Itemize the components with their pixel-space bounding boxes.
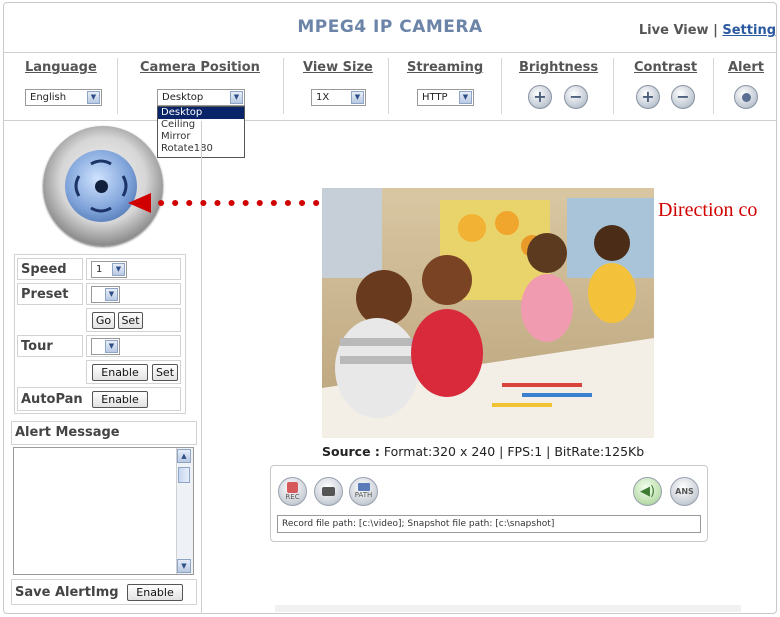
contrast-increase-button[interactable]: + xyxy=(636,85,660,109)
folder-icon xyxy=(357,483,370,491)
dropdown-option-desktop[interactable]: Desktop xyxy=(158,107,244,119)
audio-button[interactable]: ◀) xyxy=(633,477,662,506)
save-alertimg-label: Save AlertImg xyxy=(15,585,119,600)
preset-set-button[interactable]: Set xyxy=(118,312,143,329)
preset-label: Preset xyxy=(21,287,69,302)
preset-select[interactable]: ▼ xyxy=(91,286,120,303)
toolbar-divider xyxy=(388,58,389,114)
streaming-select[interactable]: HTTP ▼ xyxy=(417,89,474,106)
tour-set-button[interactable]: Set xyxy=(152,364,178,381)
record-text: REC xyxy=(285,493,300,501)
video-image xyxy=(322,188,654,438)
contrast-decrease-button[interactable]: − xyxy=(671,85,695,109)
camera-position-label: Camera Position xyxy=(140,60,260,75)
nav-setting-link[interactable]: Setting xyxy=(722,23,776,38)
camera-position-select-value: Desktop xyxy=(162,92,204,103)
camera-position-select[interactable]: Desktop ▼ xyxy=(157,89,245,106)
scrollbar-thumb[interactable] xyxy=(178,467,190,483)
minus-icon: − xyxy=(676,87,690,106)
nav-separator: | xyxy=(713,23,718,38)
annotation-label: Direction co xyxy=(658,199,758,221)
chevron-down-icon: ▼ xyxy=(459,91,472,104)
source-label: Source : xyxy=(322,444,380,459)
toolbar-divider xyxy=(283,58,284,114)
scroll-up-icon[interactable]: ▲ xyxy=(177,449,191,463)
top-nav: Live View | Setting xyxy=(639,23,776,38)
record-icon xyxy=(287,482,298,493)
alert-message-textarea[interactable] xyxy=(13,447,194,575)
scroll-down-icon[interactable]: ▼ xyxy=(177,559,191,573)
ptz-home-button[interactable] xyxy=(95,180,108,193)
chevron-down-icon: ▼ xyxy=(105,288,118,301)
alert-dot-icon xyxy=(741,93,751,102)
language-select-value: English xyxy=(30,92,67,103)
speed-select[interactable]: 1 ▼ xyxy=(91,261,127,278)
preset-go-button[interactable]: Go xyxy=(92,312,115,329)
live-video-frame xyxy=(322,188,654,438)
toolbar-divider xyxy=(117,58,118,114)
streaming-select-value: HTTP xyxy=(422,92,448,103)
chevron-down-icon: ▼ xyxy=(351,91,364,104)
view-size-select-value: 1X xyxy=(316,92,330,103)
brightness-increase-button[interactable]: + xyxy=(528,85,552,109)
tour-enable-button[interactable]: Enable xyxy=(92,364,148,381)
minus-icon: − xyxy=(569,87,583,106)
alert-label: Alert xyxy=(728,60,764,75)
ans-button[interactable]: ANS xyxy=(670,477,699,506)
toolbar-divider xyxy=(613,58,614,114)
language-select[interactable]: English ▼ xyxy=(25,89,102,106)
video-source-info: Source : Format:320 x 240 | FPS:1 | BitR… xyxy=(322,444,644,459)
save-alertimg-enable-button[interactable]: Enable xyxy=(127,584,183,601)
view-size-label: View Size xyxy=(303,60,373,75)
alert-button[interactable] xyxy=(734,85,758,109)
source-details: Format:320 x 240 | FPS:1 | BitRate:125Kb xyxy=(383,444,645,459)
bottom-scroll-area xyxy=(275,605,741,612)
file-path-field: Record file path: [c:\video]; Snapshot f… xyxy=(277,515,701,533)
nav-live-view[interactable]: Live View xyxy=(639,23,709,38)
snapshot-button[interactable] xyxy=(314,477,343,506)
brightness-decrease-button[interactable]: − xyxy=(564,85,588,109)
language-label: Language xyxy=(25,60,97,75)
path-button[interactable]: PATH xyxy=(349,477,378,506)
ans-text: ANS xyxy=(675,487,694,496)
contrast-label: Contrast xyxy=(634,60,698,75)
tour-label: Tour xyxy=(21,339,53,354)
toolbar-divider xyxy=(501,58,502,114)
view-size-select[interactable]: 1X ▼ xyxy=(311,89,366,106)
path-text: PATH xyxy=(354,491,373,499)
toolbar: Language Camera Position View Size Strea… xyxy=(3,52,777,121)
chevron-down-icon: ▼ xyxy=(230,91,243,104)
tour-select[interactable]: ▼ xyxy=(91,338,120,355)
speaker-icon: ◀) xyxy=(639,484,656,499)
autopan-enable-button[interactable]: Enable xyxy=(92,391,148,408)
chevron-down-icon: ▼ xyxy=(112,263,125,276)
plus-icon: + xyxy=(533,87,547,106)
brightness-label: Brightness xyxy=(519,60,599,75)
plus-icon: + xyxy=(641,87,655,106)
speed-label: Speed xyxy=(21,262,67,277)
streaming-label: Streaming xyxy=(407,60,484,75)
speed-select-value: 1 xyxy=(96,264,103,275)
toolbar-divider xyxy=(713,58,714,114)
record-button[interactable]: REC xyxy=(278,477,307,506)
chevron-down-icon: ▼ xyxy=(105,340,118,353)
camera-icon xyxy=(322,487,335,496)
chevron-down-icon: ▼ xyxy=(87,91,100,104)
alert-message-title: Alert Message xyxy=(15,425,120,440)
autopan-label: AutoPan xyxy=(21,392,83,407)
